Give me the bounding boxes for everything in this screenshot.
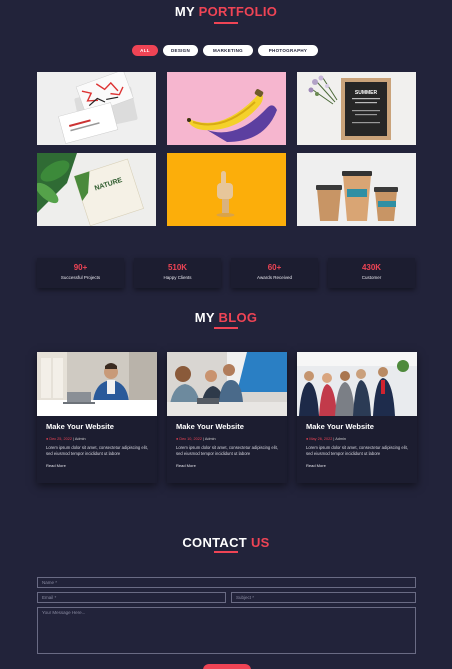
stat-label: Happy Clients (163, 275, 192, 280)
filter-marketing[interactable]: Marketing (203, 45, 253, 56)
team-meeting-image (167, 352, 287, 416)
stat-value: 510K (167, 263, 188, 272)
stat-card-projects: 90+ Successful Projects (37, 258, 124, 288)
banana-image (187, 89, 277, 142)
stat-card-awards: 60+ Awards Received (231, 258, 318, 288)
blog-card-date: ● Dec 10, 2022 (176, 437, 202, 441)
portfolio-gallery: SUMMER NATURE (37, 72, 416, 226)
blog-card-meta: ● Dec 25, 2022 | Admin (46, 437, 148, 441)
blog-card-author: | Admin (73, 437, 86, 441)
office-man-image (37, 352, 157, 416)
stat-label: Customer (361, 275, 382, 280)
blog-card[interactable]: Make Your Website ● Dec 10, 2022 | Admin… (167, 352, 287, 483)
send-message-button[interactable] (203, 664, 251, 669)
message-field[interactable]: Your Message Here... (37, 607, 416, 654)
blog-card-excerpt: Lorem ipsum dolor sit amet, consectetur … (306, 445, 408, 456)
blog-card-meta: ● Dec 10, 2022 | Admin (176, 437, 278, 441)
read-more-link[interactable]: Read More (176, 463, 278, 468)
portfolio-filters: All Design Marketing Photography (132, 45, 318, 56)
portfolio-item-banana[interactable] (167, 72, 286, 145)
portfolio-item-summer-board[interactable]: SUMMER (297, 72, 416, 145)
blog-card-title[interactable]: Make Your Website (176, 422, 278, 431)
blog-card-title[interactable]: Make Your Website (46, 422, 148, 431)
blog-card-excerpt: Lorem ipsum dolor sit amet, consectetur … (46, 445, 148, 456)
stat-card-clients: 510K Happy Clients (134, 258, 221, 288)
portfolio-item-wooden-hand[interactable] (167, 153, 286, 226)
contact-title: CONTACT US (0, 535, 452, 550)
portfolio-title-underline (214, 22, 238, 24)
blog-card-title[interactable]: Make Your Website (306, 422, 408, 431)
nature-book-image: NATURE (37, 153, 144, 226)
filter-photography[interactable]: Photography (258, 45, 318, 56)
contact-title-main: CONTACT (182, 535, 248, 550)
stat-value: 430K (361, 263, 382, 272)
blog-card-author: | Admin (333, 437, 347, 441)
blog-card-image[interactable] (167, 352, 287, 416)
name-field[interactable]: Name * (37, 577, 416, 588)
blog-card-date: ● May 26, 2022 (306, 437, 333, 441)
filter-design[interactable]: Design (163, 45, 198, 56)
blog-card-excerpt: Lorem ipsum dolor sit amet, consectetur … (176, 445, 278, 456)
stats-row: 90+ Successful Projects 510K Happy Clien… (37, 258, 415, 288)
blog-card-date: ● Dec 25, 2022 (46, 437, 72, 441)
read-more-link[interactable]: Read More (46, 463, 148, 468)
summer-board-image: SUMMER (308, 75, 391, 140)
business-cards-image (58, 72, 138, 144)
portfolio-item-nature-book[interactable]: NATURE (37, 153, 156, 226)
contact-title-accent: US (250, 535, 270, 550)
blog-card-image[interactable] (297, 352, 417, 416)
business-team-image (297, 352, 417, 416)
stat-value: 90+ (73, 263, 88, 272)
blog-card[interactable]: Make Your Website ● Dec 25, 2022 | Admin… (37, 352, 157, 483)
stat-card-customers: 430K Customer (328, 258, 415, 288)
blog-title: MY BLOG (0, 310, 452, 325)
blog-title-main: MY (194, 310, 215, 325)
subject-field[interactable]: Subject * (231, 592, 416, 603)
blog-title-accent: BLOG (218, 310, 258, 325)
stat-label: Successful Projects (60, 275, 101, 280)
stat-label: Awards Received (257, 275, 292, 280)
stat-value: 60+ (267, 263, 282, 272)
contact-title-underline (214, 551, 238, 553)
portfolio-title: MY PORTFOLIO (0, 4, 452, 19)
read-more-link[interactable]: Read More (306, 463, 408, 468)
portfolio-item-coffee-cups[interactable] (297, 153, 416, 226)
filter-all[interactable]: All (132, 45, 158, 56)
blog-card-image[interactable] (37, 352, 157, 416)
wooden-hand-image (216, 171, 235, 217)
blog-posts: Make Your Website ● Dec 25, 2022 | Admin… (37, 352, 417, 483)
portfolio-title-accent: PORTFOLIO (198, 4, 278, 19)
coffee-cups-image (316, 171, 398, 221)
email-field[interactable]: Email * (37, 592, 226, 603)
portfolio-item-business-cards[interactable] (37, 72, 156, 145)
blog-card-author: | Admin (203, 437, 216, 441)
blog-title-underline (214, 327, 238, 329)
blog-card-meta: ● May 26, 2022 | Admin (306, 437, 408, 441)
blog-card[interactable]: Make Your Website ● May 26, 2022 | Admin… (297, 352, 417, 483)
summer-board-text: SUMMER (355, 90, 378, 96)
portfolio-title-main: MY (174, 4, 195, 19)
